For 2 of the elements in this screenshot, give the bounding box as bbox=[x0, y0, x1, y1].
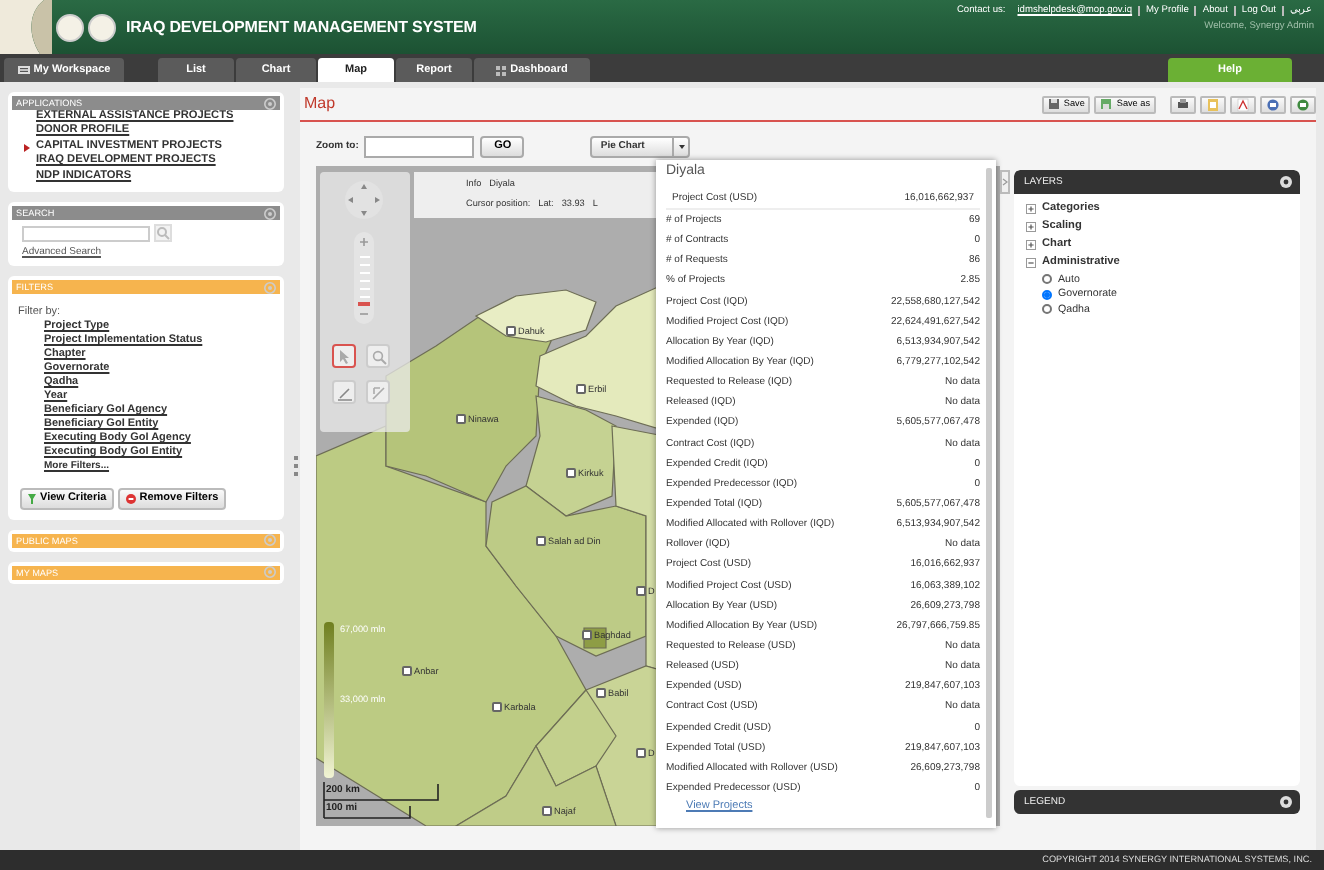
app-title: IRAQ DEVELOPMENT MANAGEMENT SYSTEM bbox=[126, 17, 477, 37]
page-title: Map bbox=[302, 94, 336, 114]
